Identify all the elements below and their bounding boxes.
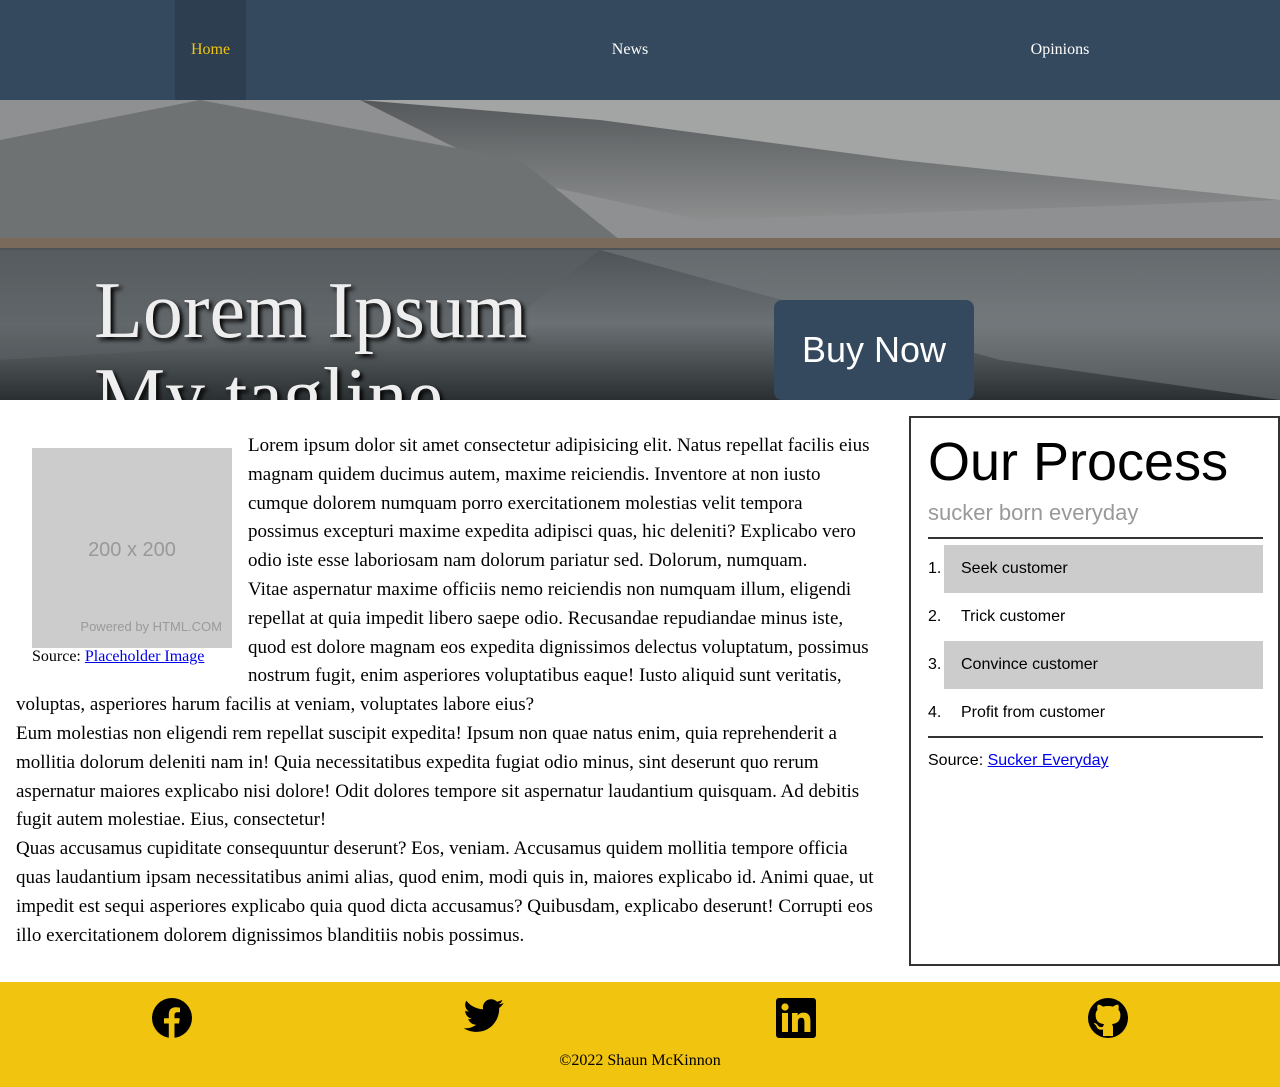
process-title: Our Process	[928, 432, 1229, 492]
step-label: Trick customer	[961, 608, 1066, 625]
placeholder-image-link[interactable]: Placeholder Image	[85, 648, 205, 665]
top-navigation: Home News Opinions	[0, 0, 1280, 100]
placeholder-powered-label: Powered by HTML.COM	[80, 619, 222, 635]
process-sidebar: Our Process sucker born everyday 1. Seek…	[909, 416, 1280, 966]
sucker-everyday-link[interactable]: Sucker Everyday	[988, 752, 1109, 769]
list-item: 2. Trick customer	[928, 593, 1263, 641]
hero-title: Lorem Ipsum My tagline	[94, 268, 527, 400]
process-steps-list: 1. Seek customer 2. Trick customer 3. Co…	[928, 545, 1263, 737]
process-subtitle: sucker born everyday	[928, 500, 1139, 525]
list-item: 4. Profit from customer	[928, 689, 1263, 737]
step-label: Profit from customer	[961, 704, 1106, 721]
list-item: 3. Convince customer	[928, 641, 1263, 689]
figure-caption: Source: Placeholder Image	[32, 648, 232, 666]
footer: ©2022 Shaun McKinnon	[0, 982, 1280, 1087]
process-source: Source: Sucker Everyday	[928, 752, 1109, 770]
caption-prefix: Source:	[32, 648, 85, 665]
article-figure: 200 x 200 Powered by HTML.COM Source: Pl…	[32, 448, 232, 666]
article-paragraph: Quas accusamus cupiditate consequuntur d…	[16, 838, 874, 946]
divider	[928, 736, 1263, 738]
divider	[928, 537, 1263, 539]
github-icon[interactable]	[1088, 998, 1128, 1038]
step-number: 1.	[928, 560, 942, 577]
hero-banner: Lorem Ipsum My tagline Buy Now	[0, 100, 1280, 400]
step-number: 4.	[928, 704, 942, 721]
twitter-icon[interactable]	[464, 996, 504, 1036]
source-prefix: Source:	[928, 752, 988, 769]
placeholder-image: 200 x 200 Powered by HTML.COM	[32, 448, 232, 648]
article-body: 200 x 200 Powered by HTML.COM Source: Pl…	[16, 432, 878, 950]
step-number: 3.	[928, 656, 942, 673]
step-label: Convince customer	[944, 641, 1263, 689]
step-label: Seek customer	[944, 545, 1263, 593]
hero-tagline: My tagline	[94, 353, 443, 400]
placeholder-size-label: 200 x 200	[88, 539, 176, 561]
facebook-icon[interactable]	[152, 998, 192, 1038]
nav-item-opinions[interactable]: Opinions	[1020, 0, 1100, 100]
article-paragraph: Eum molestias non eligendi rem repellat …	[16, 722, 860, 831]
step-number: 2.	[928, 608, 942, 625]
nav-item-news[interactable]: News	[590, 0, 670, 100]
copyright-text: ©2022 Shaun McKinnon	[559, 1052, 721, 1069]
list-item: 1. Seek customer	[928, 545, 1263, 593]
nav-item-home[interactable]: Home	[175, 0, 246, 100]
hero-title-line1: Lorem Ipsum	[94, 267, 528, 355]
linkedin-icon[interactable]	[776, 998, 816, 1038]
buy-now-button[interactable]: Buy Now	[774, 300, 974, 400]
